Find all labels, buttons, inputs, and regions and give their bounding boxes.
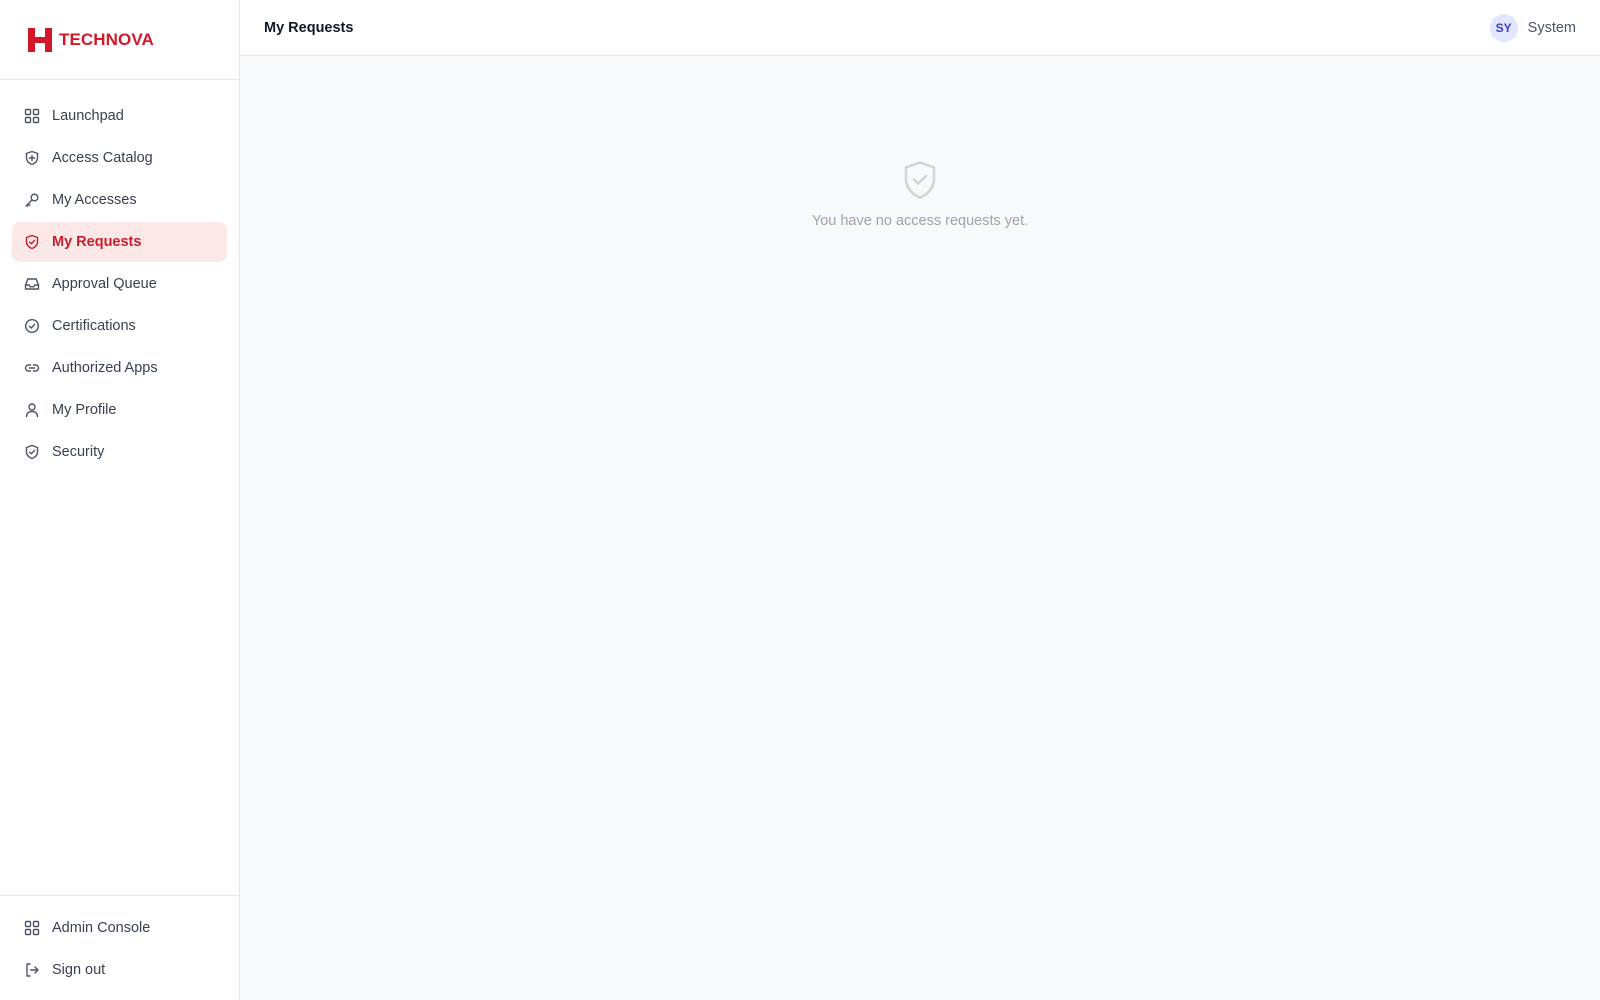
shield-check-icon xyxy=(904,161,936,199)
user-name: System xyxy=(1527,20,1576,36)
shield-check-icon xyxy=(24,444,40,460)
inbox-icon xyxy=(24,276,40,292)
sidebar-item-access-catalog[interactable]: Access Catalog xyxy=(12,138,227,178)
sign-out-icon xyxy=(24,962,40,978)
sidebar: TECHNOVA Launchpad Access Catalog My Acc… xyxy=(0,0,240,1000)
sidebar-item-label: My Requests xyxy=(52,234,142,250)
shield-plus-icon xyxy=(24,150,40,166)
top-bar: My Requests SY System xyxy=(240,0,1600,56)
sign-out-button[interactable]: Sign out xyxy=(12,950,227,990)
grid-icon xyxy=(24,108,40,124)
main-nav: Launchpad Access Catalog My Accesses My … xyxy=(0,80,239,472)
shield-check-icon xyxy=(24,234,40,250)
sidebar-item-label: Admin Console xyxy=(52,920,151,936)
sidebar-item-authorized-apps[interactable]: Authorized Apps xyxy=(12,348,227,388)
key-icon xyxy=(24,192,40,208)
sidebar-item-my-accesses[interactable]: My Accesses xyxy=(12,180,227,220)
sidebar-item-security[interactable]: Security xyxy=(12,432,227,472)
sidebar-item-label: Authorized Apps xyxy=(52,360,158,376)
sidebar-item-label: Access Catalog xyxy=(52,150,153,166)
sidebar-item-label: Certifications xyxy=(52,318,136,334)
grid-icon xyxy=(24,920,40,936)
sidebar-item-label: My Profile xyxy=(52,402,117,418)
user-icon xyxy=(24,402,40,418)
sidebar-item-label: Security xyxy=(52,444,105,460)
sidebar-item-label: My Accesses xyxy=(52,192,137,208)
brand[interactable]: TECHNOVA xyxy=(0,0,239,80)
empty-state-message: You have no access requests yet. xyxy=(811,213,1029,229)
brand-name: TECHNOVA xyxy=(59,29,154,49)
sidebar-item-launchpad[interactable]: Launchpad xyxy=(12,96,227,136)
sidebar-item-label: Approval Queue xyxy=(52,276,157,292)
sidebar-item-certifications[interactable]: Certifications xyxy=(12,306,227,346)
main-content: You have no access requests yet. xyxy=(240,56,1600,1000)
sidebar-item-admin-console[interactable]: Admin Console xyxy=(12,908,227,948)
sidebar-item-label: Launchpad xyxy=(52,108,124,124)
link-icon xyxy=(24,360,40,376)
user-menu[interactable]: SY System xyxy=(1489,14,1576,42)
sidebar-item-my-requests[interactable]: My Requests xyxy=(12,222,227,262)
h-logo-icon xyxy=(28,27,52,52)
sidebar-item-label: Sign out xyxy=(52,962,106,978)
page-title: My Requests xyxy=(264,19,354,36)
sidebar-item-my-profile[interactable]: My Profile xyxy=(12,390,227,430)
circle-check-icon xyxy=(24,318,40,334)
empty-state: You have no access requests yet. xyxy=(240,160,1600,229)
avatar: SY xyxy=(1489,14,1518,42)
sidebar-item-approval-queue[interactable]: Approval Queue xyxy=(12,264,227,304)
sidebar-footer: Admin Console Sign out xyxy=(0,895,239,1000)
